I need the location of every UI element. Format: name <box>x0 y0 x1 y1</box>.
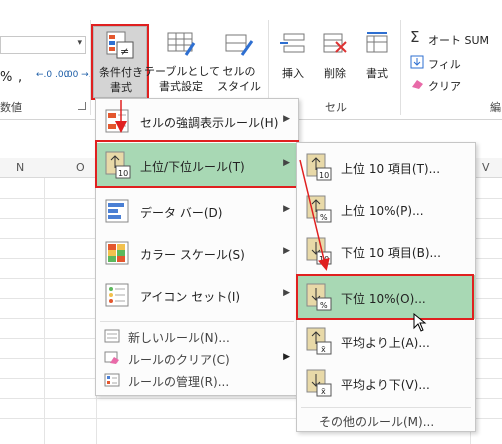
annotation-arrows <box>115 100 330 271</box>
mouse-cursor-icon <box>413 313 427 332</box>
